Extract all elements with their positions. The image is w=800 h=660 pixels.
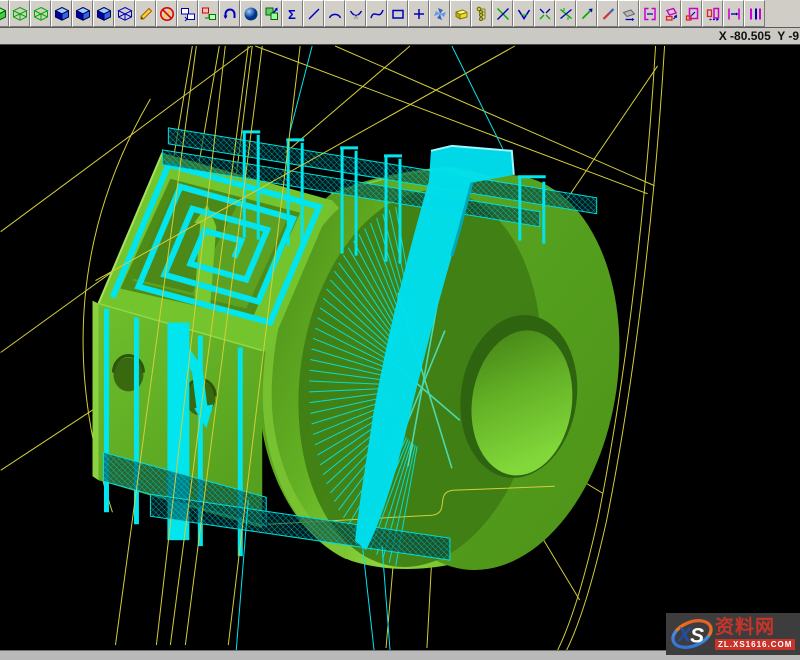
toolbar-button-create-line[interactable] [303, 0, 324, 27]
toolbar-button-trim-two[interactable] [513, 0, 534, 27]
toolbar-button-paintbrush[interactable] [597, 0, 618, 27]
toolbar-button-trim-break[interactable] [555, 0, 576, 27]
toolbar-button-dynamic-plane[interactable] [618, 0, 639, 27]
toolbar-button-xform-rotate[interactable] [660, 0, 681, 27]
watermark-xs-logo-icon: X S [669, 615, 715, 653]
toolbar-button-view-blue-cube-top[interactable] [72, 0, 93, 27]
svg-text:S: S [690, 625, 704, 648]
scene-3d [0, 45, 800, 650]
viewport-3d[interactable] [0, 45, 800, 650]
toolbar-button-sketch-disable[interactable] [156, 0, 177, 27]
toolbar-button-sketch-pencil[interactable] [135, 0, 156, 27]
toolbar-button-trim-one[interactable] [492, 0, 513, 27]
toolbar-button-direction-arrow[interactable] [576, 0, 597, 27]
watermark-site-url: ZL.XS1616.COM [715, 639, 795, 650]
toolbar-button-view-green-wire-cube-1[interactable] [9, 0, 30, 27]
toolbar-button-xform-translate[interactable] [723, 0, 744, 27]
toolbar-button-create-arc[interactable] [324, 0, 345, 27]
statusbar: X -80.505 Y -9 [0, 28, 800, 45]
toolbar-button-xform-offset[interactable] [702, 0, 723, 27]
toolbar-button-create-spline[interactable] [366, 0, 387, 27]
svg-text:Σ: Σ [288, 7, 296, 22]
toolbar-button-view-blue-cube-front[interactable] [93, 0, 114, 27]
cad-application-window: Σ X -80.505 Y -9 [0, 0, 800, 660]
toolbar-button-pattern-flag[interactable] [429, 0, 450, 27]
toolbar-button-xform-more[interactable] [744, 0, 765, 27]
toolbar-button-create-rectangle[interactable] [387, 0, 408, 27]
toolbar-button-operations-tree[interactable] [471, 0, 492, 27]
toolbar-button-undo[interactable] [219, 0, 240, 27]
toolbar-button-create-solid-box[interactable] [450, 0, 471, 27]
toolbar-button-xform-scale[interactable] [681, 0, 702, 27]
toolbar-button-view-blue-wire-cube[interactable] [114, 0, 135, 27]
toolbar-button-copy-entities[interactable] [261, 0, 282, 27]
toolbar-button-analyze-sigma[interactable]: Σ [282, 0, 303, 27]
block-left-edge [93, 301, 99, 481]
toolbar-button-trim-divide[interactable] [534, 0, 555, 27]
toolbar-button-create-point[interactable] [408, 0, 429, 27]
toolbar-button-create-fillet[interactable] [345, 0, 366, 27]
toolbar: Σ [0, 0, 800, 28]
toolbar-button-view-green-wire-cube-2[interactable] [30, 0, 51, 27]
toolbar-button-screen-copy[interactable] [198, 0, 219, 27]
toolbar-button-view-shaded-cube-1[interactable] [0, 0, 9, 27]
toolbar-button-shade-sphere[interactable] [240, 0, 261, 27]
watermark-site-name: 资料网 [715, 618, 775, 638]
cursor-coordinates: X -80.505 Y -9 [719, 29, 800, 43]
watermark: X S 资料网 ZL.XS1616.COM [666, 613, 800, 655]
toolbar-button-screen-blank[interactable] [177, 0, 198, 27]
toolbar-button-xform-trim[interactable] [639, 0, 660, 27]
toolbar-button-view-blue-cube-iso[interactable] [51, 0, 72, 27]
